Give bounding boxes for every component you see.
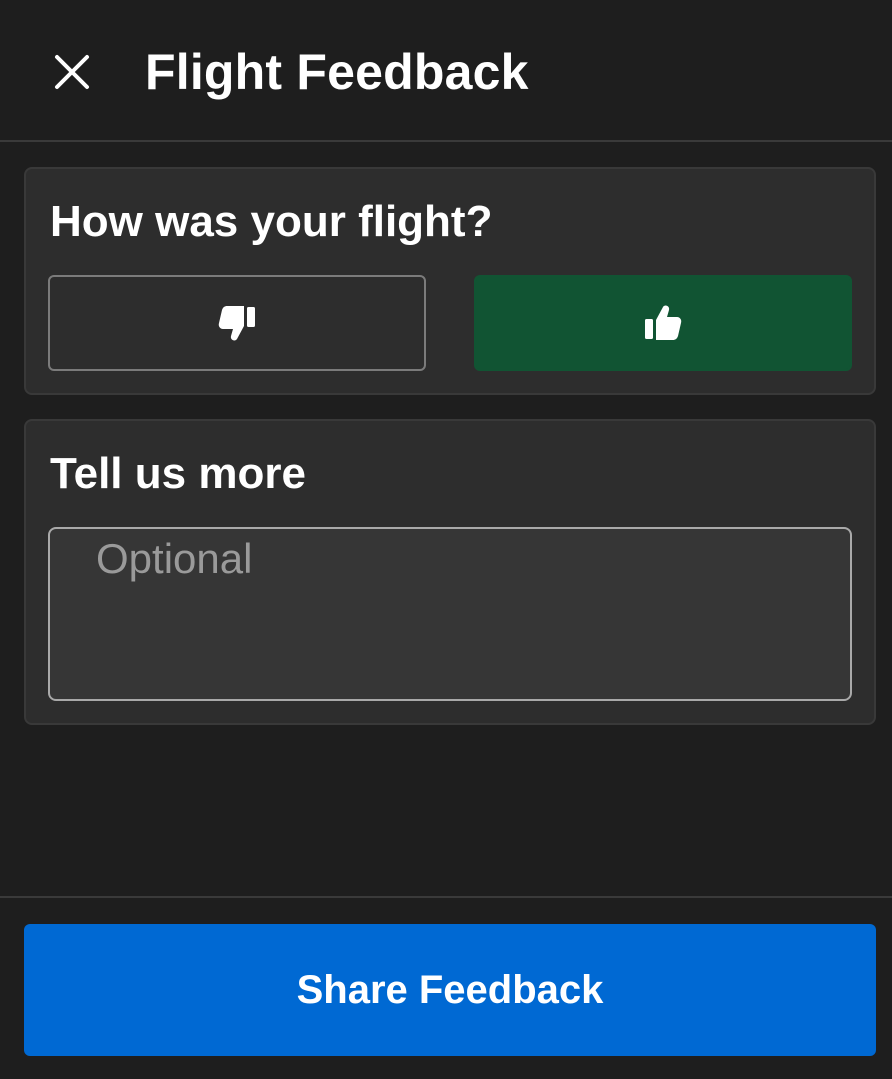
page-title: Flight Feedback	[145, 44, 529, 100]
rating-question: How was your flight?	[50, 197, 493, 246]
close-icon	[55, 55, 89, 89]
footer: Share Feedback	[0, 896, 892, 1079]
comments-heading: Tell us more	[50, 449, 306, 498]
share-feedback-button[interactable]: Share Feedback	[24, 924, 876, 1056]
comments-field-container	[48, 527, 852, 701]
thumbs-down-button[interactable]	[48, 275, 426, 371]
close-button[interactable]	[44, 44, 100, 100]
header: Flight Feedback	[0, 0, 892, 142]
thumbs-up-button[interactable]	[474, 275, 852, 371]
comments-textarea[interactable]	[50, 529, 850, 699]
comments-card: Tell us more	[24, 419, 876, 725]
rating-card: How was your flight?	[24, 167, 876, 395]
thumbs-down-icon	[218, 306, 255, 341]
flight-feedback-panel: Flight Feedback How was your flight? Tel…	[0, 0, 892, 1079]
thumbs-up-icon	[645, 305, 682, 340]
